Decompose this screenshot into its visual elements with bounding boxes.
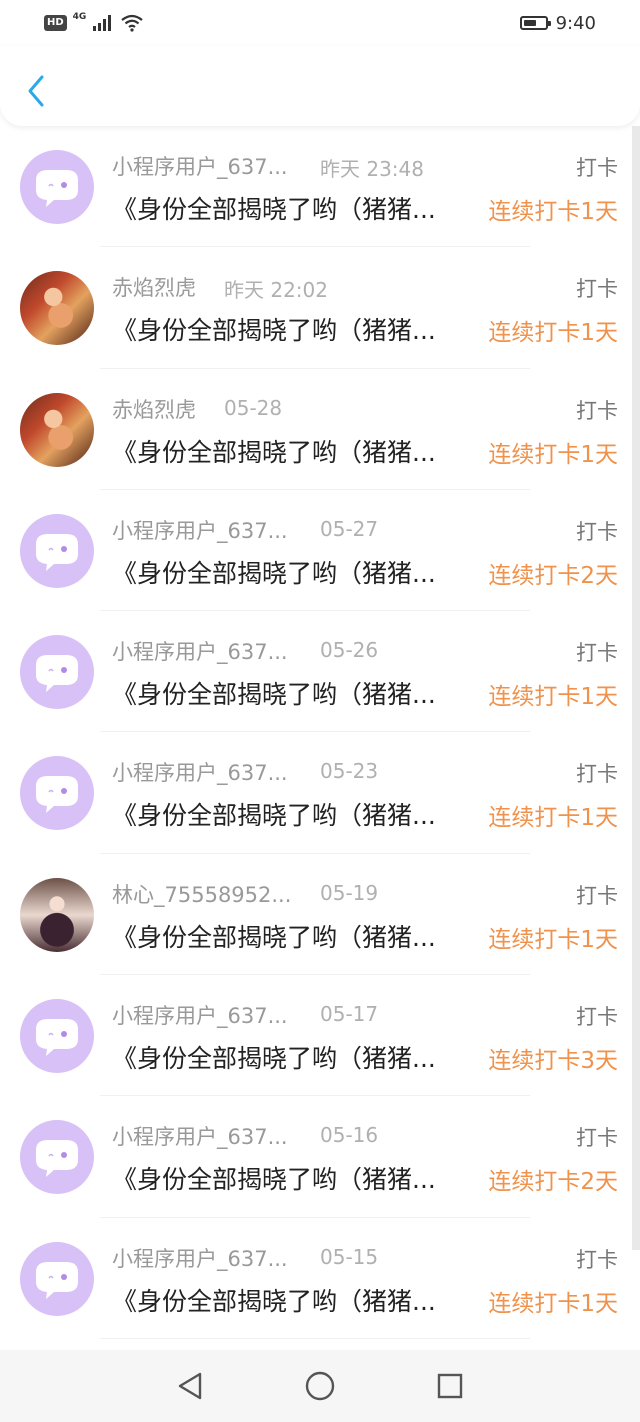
checkin-label: 打卡 xyxy=(576,277,618,302)
user-name: 赤焰烈虎 xyxy=(112,397,196,422)
hd-badge: HD xyxy=(44,15,67,31)
streak-label: 连续打卡1天 xyxy=(488,1290,618,1317)
streak-label: 连续打卡1天 xyxy=(488,684,618,711)
clock: 9:40 xyxy=(555,12,596,34)
user-name: 小程序用户_637... xyxy=(112,640,288,665)
signal-icon xyxy=(93,15,112,31)
network-type: 4G xyxy=(72,12,87,22)
user-name: 小程序用户_637... xyxy=(112,1246,288,1271)
avatar[interactable] xyxy=(20,877,94,952)
article-title[interactable]: 《身份全部揭晓了哟（猪猪... xyxy=(112,675,462,711)
streak-label: 连续打卡1天 xyxy=(488,441,618,468)
checkin-label: 打卡 xyxy=(576,156,618,180)
article-title[interactable]: 《身份全部揭晓了哟（猪猪... xyxy=(112,1039,462,1075)
article-title[interactable]: 《身份全部揭晓了哟（猪猪... xyxy=(112,918,462,954)
list-item[interactable]: 赤焰烈虎 昨天 22:02 打卡《身份全部揭晓了哟（猪猪... 连续打卡1天 xyxy=(0,247,630,369)
checkin-label: 打卡 xyxy=(576,762,618,787)
avatar[interactable] xyxy=(20,635,94,710)
checkin-label: 打卡 xyxy=(576,519,618,544)
user-name: 小程序用户_637... xyxy=(112,155,288,179)
system-nav-bar xyxy=(0,1350,640,1422)
square-recents-icon xyxy=(437,1373,463,1399)
article-title[interactable]: 《身份全部揭晓了哟（猪猪... xyxy=(112,311,462,347)
checkin-label: 打卡 xyxy=(576,883,618,908)
chat-bubble-icon xyxy=(36,1261,78,1299)
post-time: 05-15 xyxy=(320,1244,379,1269)
chat-bubble-icon xyxy=(36,533,78,571)
nav-recents-button[interactable] xyxy=(430,1366,470,1406)
user-name: 小程序用户_637... xyxy=(112,1004,288,1029)
post-time: 昨天 22:02 xyxy=(224,278,328,303)
streak-label: 连续打卡1天 xyxy=(488,199,618,225)
article-title[interactable]: 《身份全部揭晓了哟（猪猪... xyxy=(112,433,462,469)
chat-bubble-icon xyxy=(36,1140,78,1178)
chat-bubble-icon xyxy=(36,655,78,693)
checkin-list[interactable]: 小程序用户_637... 昨天 23:48 打卡 《身份全部揭晓了哟（猪猪... 连续打… xyxy=(0,126,630,1350)
checkin-label: 打卡 xyxy=(576,1126,618,1151)
streak-label: 连续打卡1天 xyxy=(488,805,618,832)
list-item[interactable]: 小程序用户_637... 05-27 打卡《身份全部揭晓了哟（猪猪... 连续打卡2天 xyxy=(0,490,630,612)
divider xyxy=(100,1337,530,1339)
avatar[interactable] xyxy=(20,513,94,588)
nav-back-button[interactable] xyxy=(170,1366,210,1406)
post-time: 05-23 xyxy=(320,759,379,784)
wifi-icon xyxy=(121,14,144,32)
article-title[interactable]: 《身份全部揭晓了哟（猪猪... xyxy=(112,796,462,832)
chat-bubble-icon xyxy=(36,170,78,207)
checkin-label: 打卡 xyxy=(576,641,618,666)
back-button[interactable] xyxy=(20,70,52,112)
avatar[interactable] xyxy=(20,271,94,346)
post-time: 05-26 xyxy=(320,638,379,663)
list-item[interactable]: 小程序用户_637... 05-26 打卡《身份全部揭晓了哟（猪猪... 连续打卡1天 xyxy=(0,611,630,733)
avatar[interactable] xyxy=(20,999,94,1074)
avatar[interactable] xyxy=(20,1120,94,1195)
app-header xyxy=(0,46,640,126)
battery-icon xyxy=(519,16,551,30)
checkin-label: 打卡 xyxy=(576,1005,618,1030)
article-title[interactable]: 《身份全部揭晓了哟（猪猪... xyxy=(112,1282,462,1318)
checkin-label: 打卡 xyxy=(576,1247,618,1272)
list-item[interactable]: 小程序用户_637... 05-17 打卡《身份全部揭晓了哟（猪猪... 连续打卡3天 xyxy=(0,975,630,1097)
list-item[interactable]: 小程序用户_637... 昨天 23:48 打卡《身份全部揭晓了哟（猪猪... 连续打… xyxy=(0,126,630,248)
streak-label: 连续打卡2天 xyxy=(488,1169,618,1196)
chat-bubble-icon xyxy=(36,776,78,814)
post-time: 05-16 xyxy=(320,1123,379,1148)
user-name: 林心_75558952... xyxy=(112,882,292,907)
article-title[interactable]: 《身份全部揭晓了哟（猪猪... xyxy=(112,554,462,590)
article-title[interactable]: 《身份全部揭晓了哟（猪猪... xyxy=(112,1160,462,1196)
avatar[interactable] xyxy=(20,392,94,467)
streak-label: 连续打卡2天 xyxy=(488,562,618,589)
circle-home-icon xyxy=(305,1371,335,1401)
chat-bubble-icon xyxy=(36,1019,78,1057)
chevron-left-icon xyxy=(28,75,44,107)
list-item[interactable]: 小程序用户_637... 05-15 打卡《身份全部揭晓了哟（猪猪... 连续打卡1天 xyxy=(0,1218,630,1339)
triangle-back-icon xyxy=(178,1372,202,1400)
user-name: 小程序用户_637... xyxy=(112,1125,288,1150)
streak-label: 连续打卡1天 xyxy=(488,320,618,347)
nav-home-button[interactable] xyxy=(300,1366,340,1406)
checkin-label: 打卡 xyxy=(576,398,618,423)
list-item[interactable]: 赤焰烈虎 05-28 打卡《身份全部揭晓了哟（猪猪... 连续打卡1天 xyxy=(0,369,630,490)
article-title[interactable]: 《身份全部揭晓了哟（猪猪... xyxy=(112,190,462,226)
user-name: 小程序用户_637... xyxy=(112,518,288,543)
streak-label: 连续打卡1天 xyxy=(488,926,618,953)
avatar[interactable] xyxy=(20,756,94,831)
user-name: 赤焰烈虎 xyxy=(112,276,196,301)
list-item[interactable]: 林心_75558952... 05-19 打卡《身份全部揭晓了哟（猪猪... 连续打卡… xyxy=(0,854,630,976)
user-name: 小程序用户_637... xyxy=(112,761,288,786)
streak-label: 连续打卡3天 xyxy=(488,1048,618,1075)
post-time: 05-28 xyxy=(224,395,283,420)
post-time: 05-19 xyxy=(320,880,379,905)
status-left: HD 4G xyxy=(44,12,144,32)
list-item[interactable]: 小程序用户_637... 05-16 打卡《身份全部揭晓了哟（猪猪... 连续打卡2天 xyxy=(0,1096,630,1218)
post-time: 05-17 xyxy=(320,1002,379,1027)
post-time: 05-27 xyxy=(320,516,379,541)
status-bar: HD 4G 9:40 xyxy=(0,0,640,46)
avatar[interactable] xyxy=(20,150,94,224)
status-right: 9:40 xyxy=(519,12,596,34)
list-item[interactable]: 小程序用户_637... 05-23 打卡《身份全部揭晓了哟（猪猪... 连续打卡1天 xyxy=(0,732,630,854)
post-time: 昨天 23:48 xyxy=(320,157,424,181)
scrollbar[interactable] xyxy=(632,126,640,1250)
avatar[interactable] xyxy=(20,1241,94,1316)
